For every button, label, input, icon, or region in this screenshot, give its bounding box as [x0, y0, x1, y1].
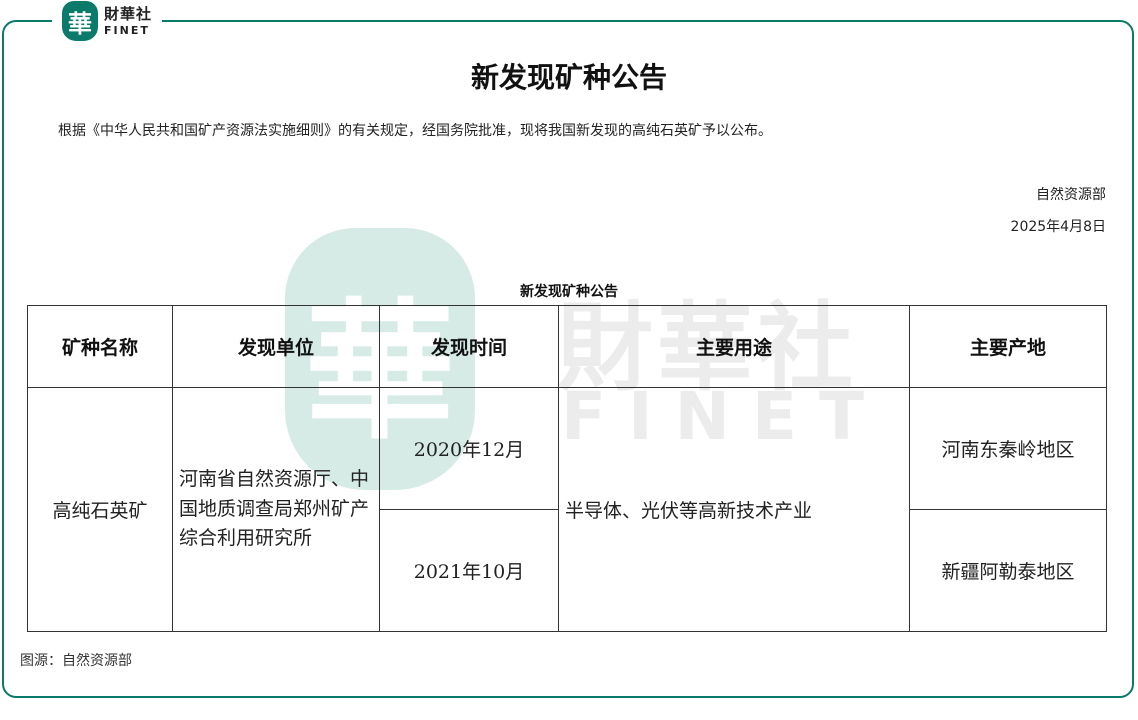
header-mineral-name: 矿种名称 [27, 305, 173, 388]
brand-logo-icon: 華 [62, 1, 98, 41]
document-intro: 根据《中华人民共和国矿产资源法实施细则》的有关规定，经国务院批准，现将我国新发现… [58, 123, 772, 139]
cell-main-use: 半导体、光伏等高新技术产业 [558, 387, 910, 632]
brand-name-cn: 財華社 [104, 4, 153, 23]
header-discovery-time: 发现时间 [379, 305, 559, 388]
header-discovery-unit: 发现单位 [172, 305, 380, 388]
issuer-name: 自然资源部 [1036, 187, 1106, 203]
cell-discovery-unit: 河南省自然资源厅、中国地质调查局郑州矿产综合利用研究所 [172, 387, 380, 632]
cell-time-1: 2020年12月 [379, 387, 559, 510]
brand-logo: 華 財華社 FINET [52, 0, 163, 42]
mineral-table: 矿种名称 发现单位 发现时间 主要用途 主要产地 高纯石英矿 河南省自然资源厅、… [27, 305, 1107, 632]
header-main-region: 主要产地 [909, 305, 1107, 388]
image-source: 图源：自然资源部 [20, 653, 132, 669]
cell-time-2: 2021年10月 [379, 509, 559, 632]
brand-name-en: FINET [104, 23, 150, 37]
table-header-row: 矿种名称 发现单位 发现时间 主要用途 主要产地 [27, 305, 1107, 388]
brand-logo-text: 財華社 FINET [104, 4, 153, 37]
document-title: 新发现矿种公告 [470, 61, 667, 94]
table-row: 高纯石英矿 河南省自然资源厅、中国地质调查局郑州矿产综合利用研究所 2020年1… [27, 387, 1107, 632]
cell-region-1: 河南东秦岭地区 [909, 387, 1107, 510]
issue-date: 2025年4月8日 [1010, 219, 1106, 235]
cell-region-2: 新疆阿勒泰地区 [909, 509, 1107, 632]
header-main-use: 主要用途 [558, 305, 910, 388]
table-caption: 新发现矿种公告 [520, 284, 618, 300]
cell-mineral-name: 高纯石英矿 [27, 387, 173, 632]
